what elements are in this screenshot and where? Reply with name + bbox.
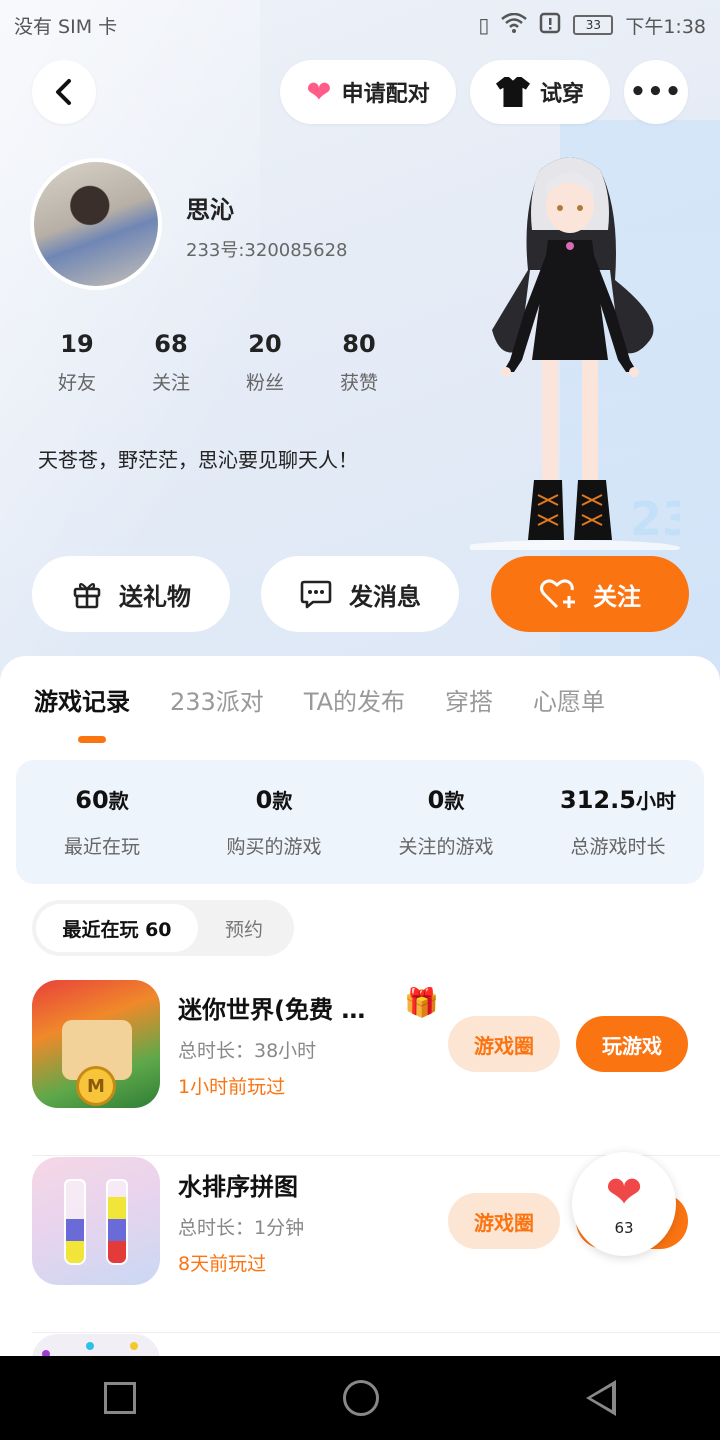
summary-followed[interactable]: 0款 关注的游戏: [360, 760, 532, 884]
heart-icon: ❤: [605, 1167, 643, 1218]
status-icons: ▯ 33 下午1:38: [478, 12, 706, 39]
summary-value: 0款: [427, 786, 465, 814]
segment-recent-playing[interactable]: 最近在玩 60: [36, 904, 198, 952]
profile-bio: 天苍苍，野茫茫，思沁要见聊天人！: [38, 448, 358, 472]
bottle-icon: [64, 1179, 86, 1265]
game-duration: 总时长：1分钟: [178, 1217, 305, 1239]
stat-fans[interactable]: 20 粉丝: [218, 330, 312, 395]
game-last-played: 1小时前玩过: [178, 1076, 286, 1098]
stat-likes[interactable]: 80 获赞: [312, 330, 406, 395]
chat-bubble-icon: [300, 580, 332, 609]
summary-label: 最近在玩: [63, 836, 140, 858]
tab-indicator: [78, 736, 106, 743]
avatar-character-3d[interactable]: 233: [470, 150, 680, 550]
chevron-left-icon: [56, 79, 71, 105]
summary-label: 关注的游戏: [398, 836, 494, 858]
summary-purchased[interactable]: 0款 购买的游戏: [188, 760, 360, 884]
send-message-button[interactable]: 发消息: [261, 556, 459, 632]
carrier-label: 没有 SIM 卡: [14, 15, 118, 38]
svg-text:233: 233: [630, 492, 680, 546]
shirt-icon: [495, 77, 530, 107]
back-button[interactable]: [32, 60, 96, 124]
gift-icon: [73, 583, 101, 609]
tab-game-records[interactable]: 游戏记录: [34, 682, 130, 717]
game-icon-water-sort[interactable]: [32, 1157, 160, 1285]
stat-value: 80: [342, 330, 376, 358]
summary-value: 60款: [75, 786, 129, 814]
system-nav-bar: [0, 1356, 720, 1440]
status-bar: 没有 SIM 卡 ▯ 33 下午1:38: [0, 0, 720, 50]
alert-icon: [539, 12, 561, 39]
battery-icon: 33: [573, 15, 614, 35]
tab-wishlist[interactable]: 心愿单: [533, 682, 605, 717]
summary-recent[interactable]: 60款 最近在玩: [16, 760, 188, 884]
profile-tabs: 游戏记录 233派对 TA的发布 穿搭 心愿单: [34, 682, 605, 717]
game-last-played: 8天前玩过: [178, 1253, 267, 1275]
game-name: 水排序拼图: [178, 1173, 298, 1201]
username: 思沁: [186, 196, 234, 224]
stat-label: 关注: [151, 372, 190, 394]
like-count: 63: [614, 1219, 634, 1237]
game-icon-mini-world[interactable]: M: [32, 980, 160, 1108]
apply-pair-label: 申请配对: [341, 82, 430, 107]
game-name: 迷你世界(免费 …: [178, 996, 366, 1024]
apply-pair-button[interactable]: ❤ 申请配对: [280, 60, 456, 124]
summary-value: 312.5小时: [560, 786, 676, 814]
more-button[interactable]: •••: [624, 60, 688, 124]
stat-value: 68: [154, 330, 188, 358]
profile-stats: 19 好友 68 关注 20 粉丝 80 获赞: [30, 330, 406, 395]
gift-box-icon: 🎁: [404, 986, 439, 1019]
play-game-button[interactable]: 玩游戏: [576, 1016, 688, 1072]
try-on-label: 试穿: [539, 82, 584, 107]
send-message-label: 发消息: [349, 582, 421, 611]
home-icon[interactable]: [342, 1380, 379, 1416]
summary-label: 购买的游戏: [226, 836, 322, 858]
follow-button[interactable]: 关注: [491, 556, 689, 632]
stat-value: 19: [60, 330, 94, 358]
floating-like-button[interactable]: ❤ 63: [572, 1152, 676, 1256]
game-summary-card: 60款 最近在玩 0款 购买的游戏 0款 关注的游戏 312.5小时 总游戏时长: [16, 760, 704, 884]
stat-label: 粉丝: [245, 372, 284, 394]
game-circle-button[interactable]: 游戏圈: [448, 1193, 560, 1249]
avatar[interactable]: [30, 158, 162, 290]
tab-outfits[interactable]: 穿搭: [445, 682, 493, 717]
send-gift-button[interactable]: 送礼物: [32, 556, 230, 632]
try-on-button[interactable]: 试穿: [470, 60, 610, 124]
stat-following[interactable]: 68 关注: [124, 330, 218, 395]
wifi-icon: [501, 12, 528, 38]
clock: 下午1:38: [625, 15, 706, 38]
summary-value: 0款: [255, 786, 293, 814]
back-triangle-icon[interactable]: [586, 1380, 617, 1416]
game-duration: 总时长：38小时: [178, 1040, 317, 1062]
game-circle-button[interactable]: 游戏圈: [448, 1016, 560, 1072]
tab-233-party[interactable]: 233派对: [170, 682, 264, 717]
more-dots-icon: •••: [629, 77, 683, 107]
stat-label: 好友: [57, 372, 96, 394]
tab-posts[interactable]: TA的发布: [304, 682, 405, 717]
summary-label: 总游戏时长: [570, 836, 666, 858]
heart-icon: ❤: [306, 74, 332, 110]
avatar-image: [34, 162, 158, 286]
stat-friends[interactable]: 19 好友: [30, 330, 124, 395]
summary-total-time[interactable]: 312.5小时 总游戏时长: [532, 760, 704, 884]
coin-icon: M: [76, 1066, 116, 1106]
recents-icon[interactable]: [103, 1382, 136, 1414]
stat-label: 获赞: [339, 372, 378, 394]
stat-value: 20: [248, 330, 282, 358]
send-gift-label: 送礼物: [119, 582, 191, 611]
vibrate-icon: ▯: [478, 13, 490, 37]
follow-label: 关注: [593, 582, 641, 611]
game-list-segment: 最近在玩 60 预约: [32, 900, 294, 956]
segment-reserved[interactable]: 预约: [198, 915, 290, 942]
list-item[interactable]: M 迷你世界(免费 … 🎁 总时长：38小时 1小时前玩过 游戏圈 玩游戏: [32, 980, 720, 1156]
user-id: 233号:320085628: [186, 240, 348, 261]
bottle-icon: [106, 1179, 128, 1265]
heart-plus-icon: [540, 579, 575, 609]
